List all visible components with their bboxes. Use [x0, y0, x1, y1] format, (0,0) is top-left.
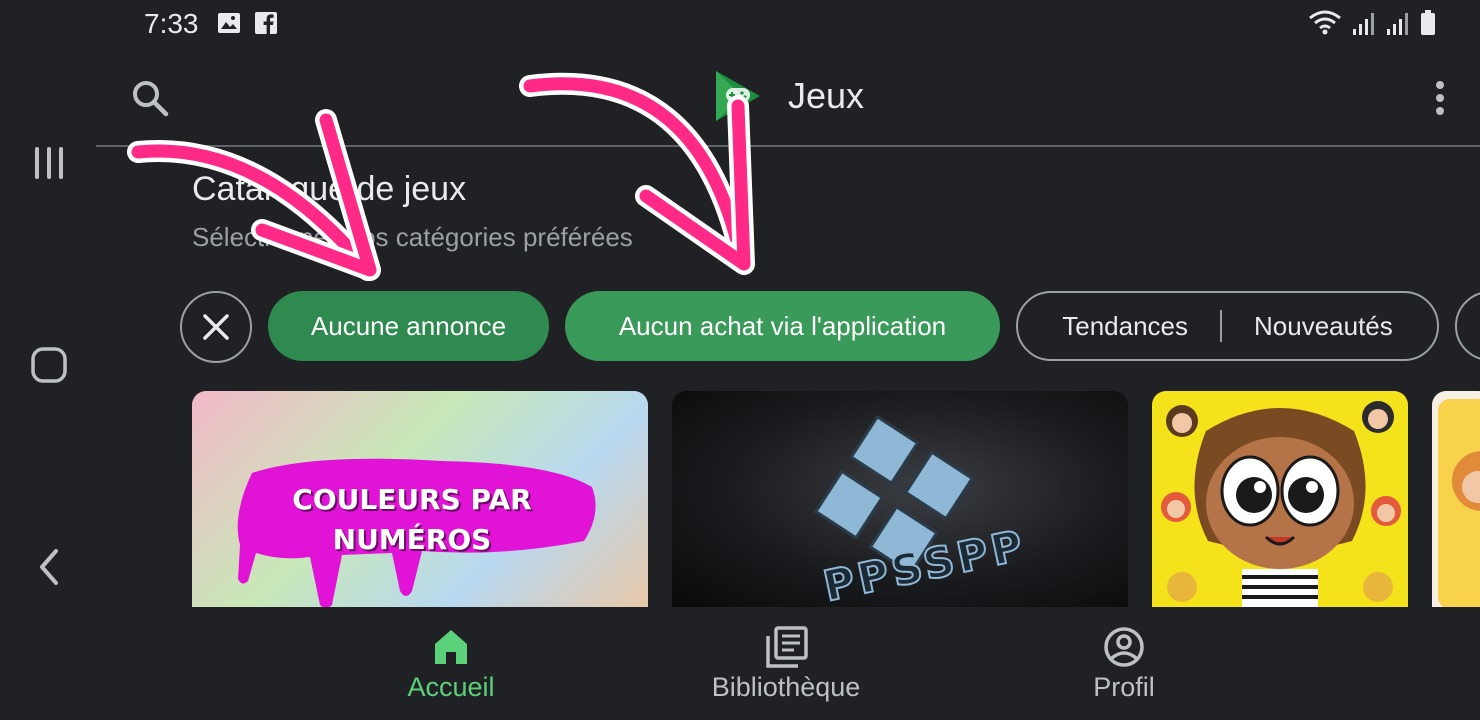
home-circle-icon — [31, 347, 67, 383]
partial-card-artwork — [1438, 399, 1480, 607]
back-button[interactable] — [24, 542, 74, 592]
nav-library-label: Bibliothèque — [711, 672, 861, 702]
filter-chips: Aucune annonce Aucun achat via l'applica… — [180, 291, 1480, 363]
game-card-partial[interactable] — [1432, 391, 1480, 607]
card-title-line1: COULEURS PAR — [292, 483, 532, 516]
signal-2-icon — [1387, 13, 1408, 35]
wifi-icon — [1309, 10, 1341, 35]
more-dot-icon — [1436, 107, 1444, 115]
gallery-notification-icon — [218, 13, 240, 33]
section-title: Catalogue de jeux — [192, 170, 467, 208]
home-icon — [435, 630, 467, 664]
play-games-logo-icon — [716, 71, 760, 121]
more-dot-icon — [1436, 81, 1444, 89]
nav-library[interactable]: Bibliothèque — [686, 626, 886, 703]
chip-new[interactable]: Nouveautés — [1254, 311, 1393, 342]
more-options-button[interactable] — [1424, 74, 1456, 122]
close-icon — [203, 314, 229, 340]
home-button[interactable] — [24, 340, 74, 390]
chip-trending[interactable]: Tendances — [1062, 311, 1188, 342]
chip-no-in-app-purchases[interactable]: Aucun achat via l'application — [565, 291, 1000, 361]
status-time: 7:33 — [144, 8, 199, 39]
nav-home[interactable]: Accueil — [376, 626, 526, 703]
chip-more[interactable] — [1455, 291, 1480, 361]
clear-filters-button[interactable] — [180, 291, 252, 363]
card-title-line2: NUMÉROS — [332, 523, 492, 556]
facebook-notification-icon — [255, 12, 277, 34]
app-title: Jeux — [788, 75, 865, 116]
search-icon — [133, 81, 169, 117]
game-card-powerpuff[interactable] — [1152, 391, 1408, 607]
game-card-color-by-number[interactable]: COULEURS PAR NUMÉROS — [192, 391, 648, 607]
status-bar: 7:33 — [0, 0, 1480, 48]
section-subtitle: Sélectionnez vos catégories préférées — [192, 222, 633, 252]
system-navigation — [0, 48, 96, 720]
nav-profile[interactable]: Profil — [1064, 626, 1184, 703]
signal-icon — [1353, 13, 1374, 35]
chip-sort-group: Tendances Nouveautés — [1016, 291, 1439, 361]
back-chevron-icon — [40, 549, 58, 585]
battery-icon — [1421, 10, 1435, 35]
game-card-ppsspp[interactable]: PPSSPP — [672, 391, 1128, 607]
recent-apps-icon — [35, 147, 63, 179]
recent-apps-button[interactable] — [24, 138, 74, 188]
game-cards: COULEURS PAR NUMÉROS PPSSPP — [192, 391, 1480, 607]
app-title-group: Jeux — [712, 68, 864, 124]
more-dot-icon — [1436, 94, 1444, 102]
nav-home-label: Accueil — [407, 672, 495, 702]
nav-profile-label: Profil — [1093, 672, 1155, 702]
powerpuff-artwork — [1161, 401, 1401, 607]
app-bar: Jeux — [96, 48, 1480, 147]
search-button[interactable] — [126, 74, 174, 122]
profile-icon — [1104, 627, 1144, 667]
chip-no-ads[interactable]: Aucune annonce — [268, 291, 549, 361]
chip-divider — [1220, 310, 1222, 342]
bottom-navigation: Accueil Bibliothèque Profil — [96, 608, 1480, 720]
library-icon — [766, 626, 808, 668]
